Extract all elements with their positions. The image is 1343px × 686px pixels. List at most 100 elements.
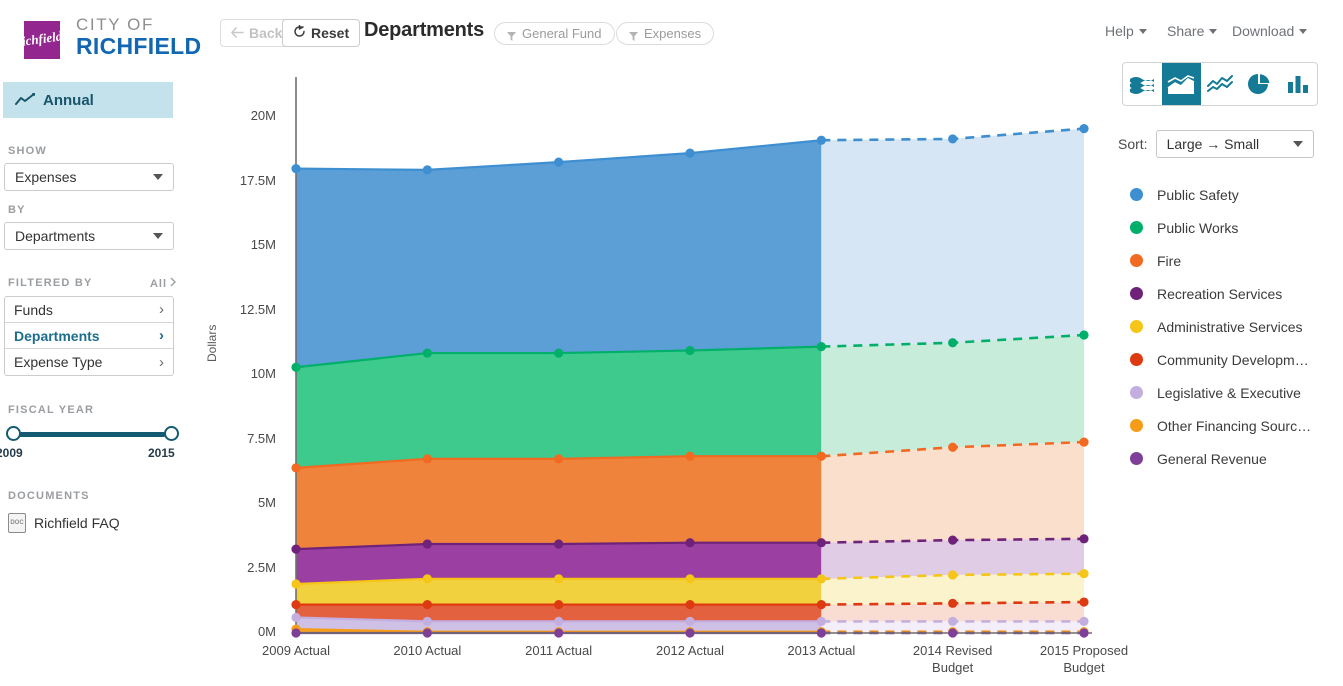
- data-point[interactable]: [816, 600, 826, 610]
- slider-track: [12, 432, 166, 437]
- data-point[interactable]: [816, 616, 826, 626]
- data-point[interactable]: [816, 135, 826, 145]
- legend-item[interactable]: Legislative & Executive: [1130, 376, 1340, 409]
- data-point[interactable]: [1079, 616, 1089, 626]
- legend-color-dot: [1130, 287, 1143, 300]
- menu-help[interactable]: Help: [1105, 23, 1147, 39]
- data-point[interactable]: [685, 345, 695, 356]
- data-point[interactable]: [816, 342, 826, 352]
- data-point[interactable]: [554, 539, 564, 549]
- menu-share[interactable]: Share: [1167, 23, 1218, 39]
- data-point[interactable]: [948, 535, 958, 545]
- data-point[interactable]: [948, 616, 958, 626]
- legend-color-dot: [1130, 452, 1143, 465]
- data-point[interactable]: [291, 362, 301, 372]
- legend-item[interactable]: Public Works: [1130, 211, 1340, 244]
- chevron-down-icon: [153, 174, 163, 180]
- pie-chart-icon[interactable]: [1239, 63, 1278, 105]
- data-point[interactable]: [554, 454, 564, 464]
- data-point[interactable]: [1079, 597, 1089, 607]
- data-point[interactable]: [554, 157, 564, 167]
- data-point[interactable]: [685, 628, 695, 638]
- data-point[interactable]: [685, 148, 695, 158]
- data-point[interactable]: [554, 616, 564, 626]
- data-point[interactable]: [291, 544, 301, 554]
- data-point[interactable]: [1079, 330, 1089, 340]
- data-point[interactable]: [948, 570, 958, 580]
- filter-pill-general-fund[interactable]: General Fund: [494, 22, 615, 45]
- data-point[interactable]: [1079, 437, 1089, 447]
- sidebar-tab-annual[interactable]: Annual: [3, 82, 173, 118]
- stacked-area-plot[interactable]: [206, 62, 1122, 686]
- data-point[interactable]: [291, 164, 301, 174]
- data-point[interactable]: [685, 616, 695, 626]
- legend-item[interactable]: General Revenue: [1130, 442, 1340, 475]
- data-point[interactable]: [554, 348, 564, 358]
- data-point[interactable]: [948, 442, 958, 452]
- data-point[interactable]: [291, 628, 301, 638]
- legend-item-label: Administrative Services: [1157, 318, 1303, 335]
- filtered-by-all-link[interactable]: All: [150, 277, 177, 290]
- reset-button[interactable]: Reset: [282, 19, 361, 47]
- stream-chart-icon[interactable]: [1123, 63, 1162, 105]
- data-point[interactable]: [422, 616, 432, 626]
- data-point[interactable]: [1079, 124, 1089, 134]
- data-point[interactable]: [816, 538, 826, 548]
- data-point[interactable]: [1079, 534, 1089, 544]
- data-point[interactable]: [1079, 628, 1089, 638]
- document-link-richfield-faq[interactable]: DOC Richfield FAQ: [8, 513, 120, 533]
- data-point[interactable]: [422, 539, 432, 549]
- data-point[interactable]: [685, 451, 695, 461]
- data-point[interactable]: [422, 628, 432, 638]
- menu-download[interactable]: Download: [1232, 23, 1308, 39]
- data-point[interactable]: [816, 628, 826, 638]
- data-point[interactable]: [948, 598, 958, 608]
- data-point[interactable]: [685, 538, 695, 548]
- data-point[interactable]: [422, 454, 432, 464]
- sort-select[interactable]: Large → Small: [1155, 130, 1314, 158]
- data-point[interactable]: [291, 463, 301, 473]
- fiscal-year-range-slider[interactable]: [4, 426, 179, 442]
- legend-color-dot: [1130, 386, 1143, 399]
- legend-item[interactable]: Community Developm…: [1130, 343, 1340, 376]
- data-point[interactable]: [291, 600, 301, 610]
- data-point[interactable]: [422, 348, 432, 358]
- data-point[interactable]: [554, 574, 564, 584]
- data-point[interactable]: [422, 574, 432, 584]
- slider-handle-min[interactable]: [6, 426, 21, 441]
- stacked-area-chart-icon[interactable]: [1161, 63, 1201, 105]
- logo-line-1: CITY OF: [76, 15, 154, 34]
- data-point[interactable]: [291, 579, 301, 589]
- data-point[interactable]: [554, 628, 564, 638]
- line-chart-icon[interactable]: [1201, 63, 1240, 105]
- filter-row-expense-type[interactable]: Expense Type ›: [5, 349, 173, 375]
- bar-chart-icon[interactable]: [1278, 63, 1317, 105]
- data-point[interactable]: [422, 600, 432, 610]
- legend-item[interactable]: Public Safety: [1130, 178, 1340, 211]
- slider-handle-max[interactable]: [164, 426, 179, 441]
- show-select[interactable]: Expenses: [4, 163, 174, 191]
- data-point[interactable]: [816, 451, 826, 461]
- data-point[interactable]: [816, 574, 826, 584]
- data-point[interactable]: [948, 134, 958, 144]
- fiscal-year-max-value: 2015: [148, 446, 175, 460]
- filter-pill-expenses[interactable]: Expenses: [616, 22, 715, 45]
- legend-item[interactable]: Other Financing Sourc…: [1130, 409, 1340, 442]
- filter-row-departments[interactable]: Departments ›: [5, 323, 173, 349]
- legend-item[interactable]: Administrative Services: [1130, 310, 1340, 343]
- city-logo[interactable]: Richfield CITY OF RICHFIELD: [10, 12, 201, 62]
- data-point[interactable]: [422, 165, 432, 175]
- data-point[interactable]: [685, 574, 695, 584]
- data-point[interactable]: [1079, 569, 1089, 579]
- data-point[interactable]: [554, 600, 564, 610]
- data-point[interactable]: [948, 338, 958, 348]
- legend-item[interactable]: Recreation Services: [1130, 277, 1340, 310]
- document-link-label: Richfield FAQ: [34, 515, 120, 531]
- data-point[interactable]: [291, 612, 301, 623]
- legend-item[interactable]: Fire: [1130, 244, 1340, 277]
- by-label: BY: [8, 204, 26, 216]
- data-point[interactable]: [948, 628, 958, 638]
- data-point[interactable]: [685, 600, 695, 610]
- by-select[interactable]: Departments: [4, 222, 174, 250]
- filter-row-funds[interactable]: Funds ›: [5, 297, 173, 323]
